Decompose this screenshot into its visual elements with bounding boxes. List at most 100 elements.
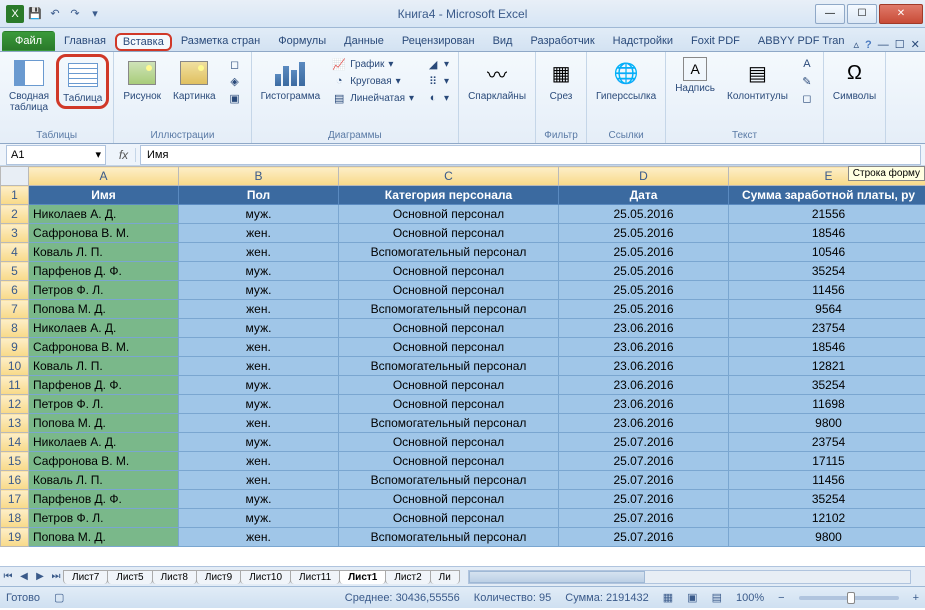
cell[interactable]: 11456	[729, 471, 925, 490]
tab-home[interactable]: Главная	[55, 31, 115, 51]
cell[interactable]: жен.	[179, 300, 339, 319]
bar-chart-button[interactable]: ▤Линейчатая ▾	[329, 90, 417, 106]
zoom-thumb[interactable]	[847, 592, 855, 604]
cell[interactable]: 23.06.2016	[559, 338, 729, 357]
cell[interactable]: 25.05.2016	[559, 205, 729, 224]
name-box[interactable]: A1▾	[6, 145, 106, 165]
cell[interactable]: жен.	[179, 414, 339, 433]
doc-close-icon[interactable]: ✕	[911, 38, 920, 51]
maximize-button[interactable]: ☐	[847, 4, 877, 24]
sheet-tab[interactable]: Лист1	[339, 570, 386, 584]
fx-icon[interactable]: fx	[112, 148, 136, 162]
doc-max-icon[interactable]: ☐	[895, 38, 905, 51]
table-header-cell[interactable]: Сумма заработной платы, ру	[729, 186, 925, 205]
zoom-out-icon[interactable]: −	[778, 592, 784, 604]
cell[interactable]: Вспомогательный персонал	[339, 243, 559, 262]
doc-min-icon[interactable]: —	[878, 39, 889, 51]
tab-developer[interactable]: Разработчик	[521, 31, 603, 51]
cell[interactable]: 21556	[729, 205, 925, 224]
row-header[interactable]: 3	[1, 224, 29, 243]
cell[interactable]: Николаев А. Д.	[29, 205, 179, 224]
sheet-nav-first[interactable]: ⏮	[0, 571, 16, 582]
cell[interactable]: жен.	[179, 243, 339, 262]
cell[interactable]: жен.	[179, 528, 339, 547]
area-chart-button[interactable]: ◢▾	[423, 56, 452, 72]
pie-chart-button[interactable]: ◔Круговая ▾	[329, 73, 417, 89]
cell[interactable]: 35254	[729, 490, 925, 509]
cell[interactable]: 25.07.2016	[559, 433, 729, 452]
cell[interactable]: 25.07.2016	[559, 452, 729, 471]
slicer-button[interactable]: ▦ Срез	[540, 54, 582, 105]
cell[interactable]: Попова М. Д.	[29, 300, 179, 319]
save-icon[interactable]: 💾	[26, 5, 44, 23]
wordart-button[interactable]: A	[797, 56, 817, 72]
cell[interactable]: 23.06.2016	[559, 414, 729, 433]
cell[interactable]: 18546	[729, 224, 925, 243]
cell[interactable]: 17115	[729, 452, 925, 471]
cell[interactable]: муж.	[179, 433, 339, 452]
cell[interactable]: Основной персонал	[339, 262, 559, 281]
cell[interactable]: муж.	[179, 376, 339, 395]
zoom-in-icon[interactable]: +	[913, 592, 919, 604]
cell[interactable]: муж.	[179, 281, 339, 300]
cell[interactable]: 23754	[729, 319, 925, 338]
close-button[interactable]: ✕	[879, 4, 923, 24]
other-chart-button[interactable]: ◐▾	[423, 90, 452, 106]
scrollbar-thumb[interactable]	[469, 571, 645, 583]
table-header-cell[interactable]: Пол	[179, 186, 339, 205]
zoom-level[interactable]: 100%	[736, 592, 764, 604]
cell[interactable]: 11698	[729, 395, 925, 414]
cell[interactable]: Вспомогательный персонал	[339, 528, 559, 547]
cell[interactable]: Основной персонал	[339, 338, 559, 357]
undo-icon[interactable]: ↶	[46, 5, 64, 23]
cell[interactable]: 9800	[729, 414, 925, 433]
sheet-nav-next[interactable]: ▶	[32, 571, 48, 582]
sheet-nav-last[interactable]: ⏭	[48, 571, 64, 582]
row-header[interactable]: 18	[1, 509, 29, 528]
tab-formulas[interactable]: Формулы	[269, 31, 335, 51]
cell[interactable]: 11456	[729, 281, 925, 300]
row-header[interactable]: 14	[1, 433, 29, 452]
symbols-button[interactable]: Ω Символы	[828, 54, 881, 105]
help-icon[interactable]: ?	[865, 39, 872, 51]
minimize-button[interactable]: —	[815, 4, 845, 24]
cell[interactable]: муж.	[179, 509, 339, 528]
cell[interactable]: Основной персонал	[339, 433, 559, 452]
hyperlink-button[interactable]: 🌐 Гиперссылка	[591, 54, 661, 105]
cell[interactable]: Сафронова В. М.	[29, 338, 179, 357]
sheet-tab[interactable]: Ли	[430, 570, 460, 584]
tab-file[interactable]: Файл	[2, 31, 55, 51]
horizontal-scrollbar[interactable]	[468, 570, 911, 584]
cell[interactable]: Коваль Л. П.	[29, 471, 179, 490]
row-header[interactable]: 16	[1, 471, 29, 490]
cell[interactable]: 25.05.2016	[559, 281, 729, 300]
object-button[interactable]: ◻	[797, 90, 817, 106]
cell[interactable]: Коваль Л. П.	[29, 243, 179, 262]
cell[interactable]: 10546	[729, 243, 925, 262]
cell[interactable]: Николаев А. Д.	[29, 319, 179, 338]
cell[interactable]: 23.06.2016	[559, 376, 729, 395]
cell[interactable]: 12102	[729, 509, 925, 528]
sheet-tab[interactable]: Лист9	[196, 570, 241, 584]
cell[interactable]: 23754	[729, 433, 925, 452]
picture-button[interactable]: Рисунок	[118, 54, 166, 105]
macro-record-icon[interactable]: ▢	[54, 591, 64, 604]
sparklines-button[interactable]: 〰 Спарклайны	[463, 54, 531, 105]
cell[interactable]: 25.05.2016	[559, 300, 729, 319]
row-header[interactable]: 9	[1, 338, 29, 357]
cell[interactable]: Основной персонал	[339, 205, 559, 224]
scatter-chart-button[interactable]: ⠿▾	[423, 73, 452, 89]
cell[interactable]: 25.05.2016	[559, 243, 729, 262]
screenshot-button[interactable]: ▣	[225, 90, 245, 106]
sheet-tab[interactable]: Лист5	[107, 570, 152, 584]
tab-abbyy[interactable]: ABBYY PDF Tran	[749, 31, 854, 51]
clipart-button[interactable]: Картинка	[168, 54, 221, 105]
cell[interactable]: жен.	[179, 357, 339, 376]
excel-icon[interactable]: X	[6, 5, 24, 23]
cell[interactable]: 35254	[729, 376, 925, 395]
row-header[interactable]: 8	[1, 319, 29, 338]
smartart-button[interactable]: ◈	[225, 73, 245, 89]
cell[interactable]: 35254	[729, 262, 925, 281]
view-layout-icon[interactable]: ▣	[687, 591, 697, 604]
cell[interactable]: муж.	[179, 262, 339, 281]
